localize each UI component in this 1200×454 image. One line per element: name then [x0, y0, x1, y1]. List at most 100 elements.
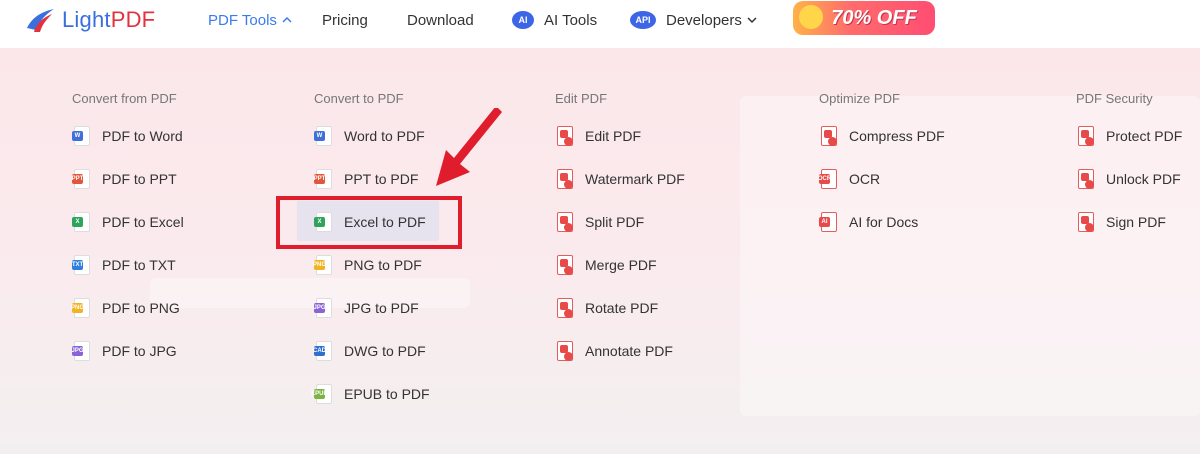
menu-item-sign-pdf[interactable]: Sign PDF [1076, 210, 1166, 234]
nav-pricing[interactable]: Pricing [322, 10, 368, 30]
menu-item-annotate-pdf[interactable]: Annotate PDF [555, 339, 673, 363]
column-title: Convert from PDF [72, 91, 177, 106]
column-convert-to-pdf: Convert to PDF [314, 90, 404, 108]
menu-item-label: PDF to JPG [102, 343, 177, 359]
sign-pdf-icon [1076, 212, 1094, 232]
menu-item-label: PDF to Word [102, 128, 183, 144]
menu-item-label: JPG to PDF [344, 300, 419, 316]
promo-banner[interactable]: 70% OFF [793, 1, 935, 35]
ai-icon: AI [512, 11, 534, 29]
menu-item-label: PDF to PPT [102, 171, 177, 187]
pointer-arrow-icon [436, 108, 502, 186]
menu-item-label: Merge PDF [585, 257, 657, 273]
column-title: Optimize PDF [819, 91, 900, 106]
column-pdf-security: PDF Security [1076, 90, 1153, 108]
promo-mascot-icon [799, 5, 823, 29]
api-icon: API [630, 11, 656, 29]
chevron-down-icon [747, 17, 757, 24]
menu-item-compress-pdf[interactable]: Compress PDF [819, 124, 945, 148]
nav-pdf-tools-label: PDF Tools [208, 11, 277, 29]
ocr-icon: OCR [818, 169, 837, 189]
menu-item-word-to-pdf[interactable]: W Word to PDF [314, 124, 425, 148]
jpg-file-icon: JPG [72, 341, 90, 361]
menu-item-label: OCR [849, 171, 881, 187]
menu-item-label: EPUB to PDF [344, 386, 430, 402]
menu-item-label: Edit PDF [585, 128, 642, 144]
column-title: Convert to PDF [314, 91, 404, 106]
menu-item-label: AI for Docs [849, 214, 919, 230]
epub-file-icon: EPUB [311, 384, 332, 404]
menu-item-label: Watermark PDF [585, 171, 685, 187]
word-file-icon: W [72, 126, 90, 146]
menu-item-protect-pdf[interactable]: Protect PDF [1076, 124, 1182, 148]
menu-item-pdf-to-txt[interactable]: TXT PDF to TXT [72, 253, 176, 277]
menu-item-label: PPT to PDF [344, 171, 419, 187]
column-convert-from-pdf: Convert from PDF [72, 90, 177, 108]
menu-item-pdf-to-jpg[interactable]: JPG PDF to JPG [72, 339, 177, 363]
menu-item-unlock-pdf[interactable]: Unlock PDF [1076, 167, 1181, 191]
menu-item-pdf-to-word[interactable]: W PDF to Word [72, 124, 183, 148]
menu-item-watermark-pdf[interactable]: Watermark PDF [555, 167, 685, 191]
menu-item-label: Sign PDF [1106, 214, 1166, 230]
menu-item-label: Split PDF [585, 214, 645, 230]
menu-item-label: PDF to TXT [102, 257, 176, 273]
menu-item-label: DWG to PDF [344, 343, 426, 359]
watermark-pdf-icon [555, 169, 573, 189]
word-file-icon: W [314, 126, 332, 146]
ai-docs-icon: AI [819, 212, 837, 232]
ppt-file-icon: PPT [314, 169, 332, 189]
menu-item-label: Annotate PDF [585, 343, 673, 359]
menu-item-epub-to-pdf[interactable]: EPUB EPUB to PDF [311, 382, 430, 406]
dwg-file-icon: CAD [313, 341, 332, 361]
logo-icon [27, 9, 54, 32]
menu-item-split-pdf[interactable]: Split PDF [555, 210, 644, 234]
menu-item-edit-pdf[interactable]: Edit PDF [555, 124, 641, 148]
rotate-pdf-icon [555, 298, 573, 318]
menu-item-label: Unlock PDF [1106, 171, 1181, 187]
column-edit-pdf: Edit PDF [555, 90, 607, 108]
menu-item-pdf-to-png[interactable]: PNG PDF to PNG [71, 296, 180, 320]
unlock-pdf-icon [1076, 169, 1094, 189]
menu-item-label: Word to PDF [344, 128, 425, 144]
lightpdf-logo[interactable]: LightPDF [24, 5, 155, 35]
edit-pdf-icon [555, 126, 573, 146]
menu-item-jpg-to-pdf[interactable]: JPG JPG to PDF [314, 296, 419, 320]
menu-item-label: Compress PDF [849, 128, 945, 144]
menu-item-dwg-to-pdf[interactable]: CAD DWG to PDF [313, 339, 426, 363]
menu-item-pdf-to-excel[interactable]: X PDF to Excel [72, 210, 184, 234]
nav-download-label: Download [407, 11, 474, 29]
nav-pdf-tools[interactable]: PDF Tools [208, 10, 293, 30]
menu-item-label: PNG to PDF [344, 257, 422, 273]
column-title: PDF Security [1076, 91, 1153, 106]
menu-item-label: PDF to PNG [102, 300, 180, 316]
lock-pdf-icon [1076, 126, 1094, 146]
menu-item-pdf-to-ppt[interactable]: PPT PDF to PPT [72, 167, 177, 191]
jpg-file-icon: JPG [314, 298, 332, 318]
top-navigation-bar: LightPDF PDF Tools Pricing Download AI A… [0, 0, 1200, 48]
menu-item-ocr[interactable]: OCR OCR [818, 167, 881, 191]
menu-item-merge-pdf[interactable]: Merge PDF [555, 253, 657, 277]
column-optimize-pdf: Optimize PDF [819, 90, 900, 108]
annotate-pdf-icon [555, 341, 573, 361]
highlight-box [276, 196, 462, 249]
nav-pricing-label: Pricing [322, 11, 368, 29]
promo-text: 70% OFF [831, 6, 917, 29]
menu-item-ai-for-docs[interactable]: AI AI for Docs [819, 210, 918, 234]
nav-download[interactable]: Download [407, 10, 474, 30]
menu-item-png-to-pdf[interactable]: PNG PNG to PDF [313, 253, 422, 277]
excel-file-icon: X [72, 212, 90, 232]
nav-developers[interactable]: API Developers [630, 10, 758, 30]
menu-item-label: PDF to Excel [102, 214, 184, 230]
merge-pdf-icon [555, 255, 573, 275]
menu-item-rotate-pdf[interactable]: Rotate PDF [555, 296, 658, 320]
png-file-icon: PNG [71, 298, 90, 318]
png-file-icon: PNG [313, 255, 332, 275]
ppt-file-icon: PPT [72, 169, 90, 189]
column-title: Edit PDF [555, 91, 608, 106]
background-blur [150, 278, 470, 308]
split-pdf-icon [555, 212, 573, 232]
pdf-tools-dropdown: Convert from PDF W PDF to Word PPT PDF t… [0, 48, 1200, 454]
nav-ai-tools[interactable]: AI AI Tools [512, 10, 597, 30]
menu-item-ppt-to-pdf[interactable]: PPT PPT to PDF [314, 167, 418, 191]
nav-developers-label: Developers [666, 11, 742, 29]
